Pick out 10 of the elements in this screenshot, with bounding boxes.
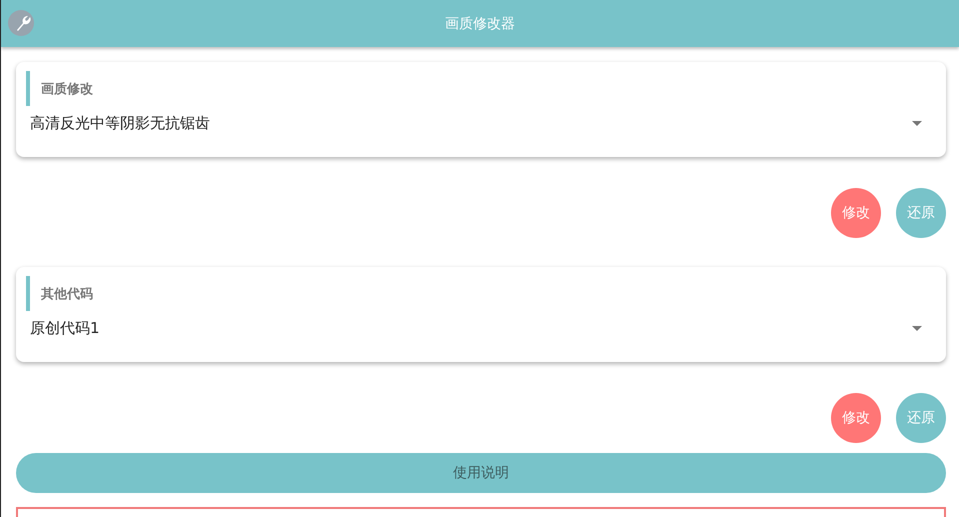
app-title: 画质修改器: [445, 14, 515, 32]
apply-button[interactable]: 修改: [831, 393, 881, 443]
help-button[interactable]: 使用说明: [16, 453, 946, 493]
section-label: 画质修改: [26, 71, 93, 106]
apply-button[interactable]: 修改: [831, 188, 881, 238]
dropdown-select[interactable]: 高清反光中等阴影无抗锯齿: [26, 114, 936, 133]
section-label: 其他代码: [26, 276, 93, 311]
restore-button[interactable]: 还原: [896, 393, 946, 443]
dropdown-select[interactable]: 原创代码1: [26, 319, 936, 338]
restore-button[interactable]: 还原: [896, 188, 946, 238]
